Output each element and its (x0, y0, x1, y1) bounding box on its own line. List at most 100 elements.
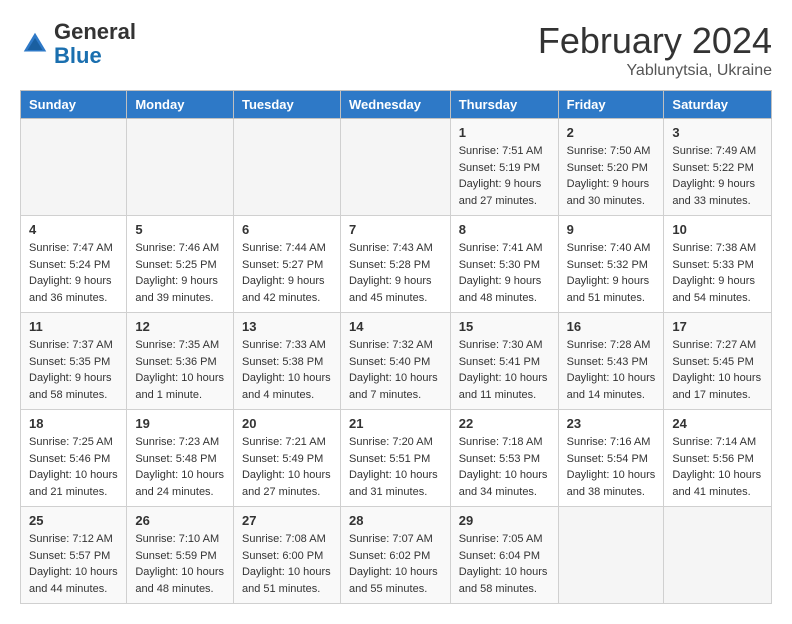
calendar-cell: 7Sunrise: 7:43 AMSunset: 5:28 PMDaylight… (340, 216, 450, 313)
calendar-cell (21, 119, 127, 216)
calendar-week-3: 11 Sunrise: 7:37 AMSunset: 5:35 PMDayligh… (21, 313, 772, 410)
calendar-cell: 17Sunrise: 7:27 AMSunset: 5:45 PMDayligh… (664, 313, 772, 410)
day-number: 24 (672, 416, 763, 431)
day-info: Sunrise: 7:35 AMSunset: 5:36 PMDaylight:… (135, 337, 225, 403)
day-number: 26 (135, 513, 225, 528)
calendar-cell: 5 Sunrise: 7:46 AMSunset: 5:25 PMDaylight… (127, 216, 234, 313)
day-number: 16 (567, 319, 656, 334)
month-title: February 2024 (538, 20, 772, 62)
page-header: General Blue February 2024 Yablunytsia, … (20, 20, 772, 80)
day-number: 14 (349, 319, 442, 334)
day-number: 22 (459, 416, 550, 431)
day-info: Sunrise: 7:07 AMSunset: 6:02 PMDaylight:… (349, 531, 442, 597)
day-info: Sunrise: 7:21 AMSunset: 5:49 PMDaylight:… (242, 434, 332, 500)
calendar-cell: 21 Sunrise: 7:20 AMSunset: 5:51 PMDayligh… (340, 410, 450, 507)
day-number: 17 (672, 319, 763, 334)
day-info: Sunrise: 7:05 AMSunset: 6:04 PMDaylight:… (459, 531, 550, 597)
day-info: Sunrise: 7:41 AMSunset: 5:30 PMDaylight:… (459, 240, 550, 306)
calendar-cell (558, 507, 664, 604)
day-number: 11 (29, 319, 118, 334)
calendar-cell: 11 Sunrise: 7:37 AMSunset: 5:35 PMDayligh… (21, 313, 127, 410)
calendar-cell: 10Sunrise: 7:38 AMSunset: 5:33 PMDayligh… (664, 216, 772, 313)
weekday-header-monday: Monday (127, 91, 234, 119)
calendar-cell (664, 507, 772, 604)
calendar-week-1: 1 Sunrise: 7:51 AMSunset: 5:19 PMDaylight… (21, 119, 772, 216)
weekday-header-friday: Friday (558, 91, 664, 119)
day-number: 27 (242, 513, 332, 528)
calendar-table: SundayMondayTuesdayWednesdayThursdayFrid… (20, 90, 772, 604)
day-number: 2 (567, 125, 656, 140)
day-info: Sunrise: 7:25 AMSunset: 5:46 PMDaylight:… (29, 434, 118, 500)
calendar-week-5: 25Sunrise: 7:12 AMSunset: 5:57 PMDayligh… (21, 507, 772, 604)
day-info: Sunrise: 7:14 AMSunset: 5:56 PMDaylight:… (672, 434, 763, 500)
day-number: 28 (349, 513, 442, 528)
calendar-cell: 18 Sunrise: 7:25 AMSunset: 5:46 PMDayligh… (21, 410, 127, 507)
day-number: 13 (242, 319, 332, 334)
calendar-cell: 12 Sunrise: 7:35 AMSunset: 5:36 PMDayligh… (127, 313, 234, 410)
day-number: 21 (349, 416, 442, 431)
day-number: 19 (135, 416, 225, 431)
calendar-cell: 9 Sunrise: 7:40 AMSunset: 5:32 PMDaylight… (558, 216, 664, 313)
day-number: 12 (135, 319, 225, 334)
day-info: Sunrise: 7:12 AMSunset: 5:57 PMDaylight:… (29, 531, 118, 597)
calendar-week-4: 18 Sunrise: 7:25 AMSunset: 5:46 PMDayligh… (21, 410, 772, 507)
weekday-header-tuesday: Tuesday (233, 91, 340, 119)
day-info: Sunrise: 7:46 AMSunset: 5:25 PMDaylight:… (135, 240, 225, 306)
day-number: 23 (567, 416, 656, 431)
calendar-cell: 13 Sunrise: 7:33 AMSunset: 5:38 PMDayligh… (233, 313, 340, 410)
day-info: Sunrise: 7:28 AMSunset: 5:43 PMDaylight:… (567, 337, 656, 403)
calendar-cell: 3Sunrise: 7:49 AMSunset: 5:22 PMDaylight… (664, 119, 772, 216)
calendar-cell: 27Sunrise: 7:08 AMSunset: 6:00 PMDayligh… (233, 507, 340, 604)
day-info: Sunrise: 7:33 AMSunset: 5:38 PMDaylight:… (242, 337, 332, 403)
day-info: Sunrise: 7:20 AMSunset: 5:51 PMDaylight:… (349, 434, 442, 500)
calendar-cell: 29Sunrise: 7:05 AMSunset: 6:04 PMDayligh… (450, 507, 558, 604)
calendar-cell: 20 Sunrise: 7:21 AMSunset: 5:49 PMDayligh… (233, 410, 340, 507)
day-number: 5 (135, 222, 225, 237)
day-info: Sunrise: 7:50 AMSunset: 5:20 PMDaylight:… (567, 143, 656, 209)
day-number: 6 (242, 222, 332, 237)
calendar-cell: 15 Sunrise: 7:30 AMSunset: 5:41 PMDayligh… (450, 313, 558, 410)
calendar-cell: 26 Sunrise: 7:10 AMSunset: 5:59 PMDayligh… (127, 507, 234, 604)
calendar-cell: 14 Sunrise: 7:32 AMSunset: 5:40 PMDayligh… (340, 313, 450, 410)
day-number: 18 (29, 416, 118, 431)
weekday-header-row: SundayMondayTuesdayWednesdayThursdayFrid… (21, 91, 772, 119)
day-number: 9 (567, 222, 656, 237)
day-info: Sunrise: 7:10 AMSunset: 5:59 PMDaylight:… (135, 531, 225, 597)
calendar-cell: 23 Sunrise: 7:16 AMSunset: 5:54 PMDayligh… (558, 410, 664, 507)
day-info: Sunrise: 7:16 AMSunset: 5:54 PMDaylight:… (567, 434, 656, 500)
day-info: Sunrise: 7:30 AMSunset: 5:41 PMDaylight:… (459, 337, 550, 403)
calendar-week-2: 4 Sunrise: 7:47 AMSunset: 5:24 PMDaylight… (21, 216, 772, 313)
calendar-cell (340, 119, 450, 216)
day-number: 20 (242, 416, 332, 431)
day-number: 4 (29, 222, 118, 237)
location-subtitle: Yablunytsia, Ukraine (538, 62, 772, 80)
calendar-cell (127, 119, 234, 216)
calendar-cell: 4 Sunrise: 7:47 AMSunset: 5:24 PMDaylight… (21, 216, 127, 313)
calendar-cell: 16 Sunrise: 7:28 AMSunset: 5:43 PMDayligh… (558, 313, 664, 410)
calendar-cell: 8Sunrise: 7:41 AMSunset: 5:30 PMDaylight… (450, 216, 558, 313)
day-info: Sunrise: 7:44 AMSunset: 5:27 PMDaylight:… (242, 240, 332, 306)
day-info: Sunrise: 7:18 AMSunset: 5:53 PMDaylight:… (459, 434, 550, 500)
day-info: Sunrise: 7:32 AMSunset: 5:40 PMDaylight:… (349, 337, 442, 403)
day-info: Sunrise: 7:40 AMSunset: 5:32 PMDaylight:… (567, 240, 656, 306)
calendar-cell: 24 Sunrise: 7:14 AMSunset: 5:56 PMDayligh… (664, 410, 772, 507)
weekday-header-thursday: Thursday (450, 91, 558, 119)
calendar-cell: 25Sunrise: 7:12 AMSunset: 5:57 PMDayligh… (21, 507, 127, 604)
weekday-header-saturday: Saturday (664, 91, 772, 119)
logo-icon (20, 29, 50, 59)
day-info: Sunrise: 7:51 AMSunset: 5:19 PMDaylight:… (459, 143, 550, 209)
day-info: Sunrise: 7:38 AMSunset: 5:33 PMDaylight:… (672, 240, 763, 306)
logo-blue-text: Blue (54, 43, 102, 68)
calendar-cell: 2 Sunrise: 7:50 AMSunset: 5:20 PMDaylight… (558, 119, 664, 216)
calendar-cell: 22 Sunrise: 7:18 AMSunset: 5:53 PMDayligh… (450, 410, 558, 507)
day-number: 1 (459, 125, 550, 140)
day-info: Sunrise: 7:23 AMSunset: 5:48 PMDaylight:… (135, 434, 225, 500)
day-info: Sunrise: 7:43 AMSunset: 5:28 PMDaylight:… (349, 240, 442, 306)
calendar-cell: 19 Sunrise: 7:23 AMSunset: 5:48 PMDayligh… (127, 410, 234, 507)
day-number: 15 (459, 319, 550, 334)
title-block: February 2024 Yablunytsia, Ukraine (538, 20, 772, 80)
day-info: Sunrise: 7:49 AMSunset: 5:22 PMDaylight:… (672, 143, 763, 209)
calendar-cell: 1 Sunrise: 7:51 AMSunset: 5:19 PMDaylight… (450, 119, 558, 216)
day-info: Sunrise: 7:47 AMSunset: 5:24 PMDaylight:… (29, 240, 118, 306)
day-info: Sunrise: 7:37 AMSunset: 5:35 PMDaylight:… (29, 337, 118, 403)
